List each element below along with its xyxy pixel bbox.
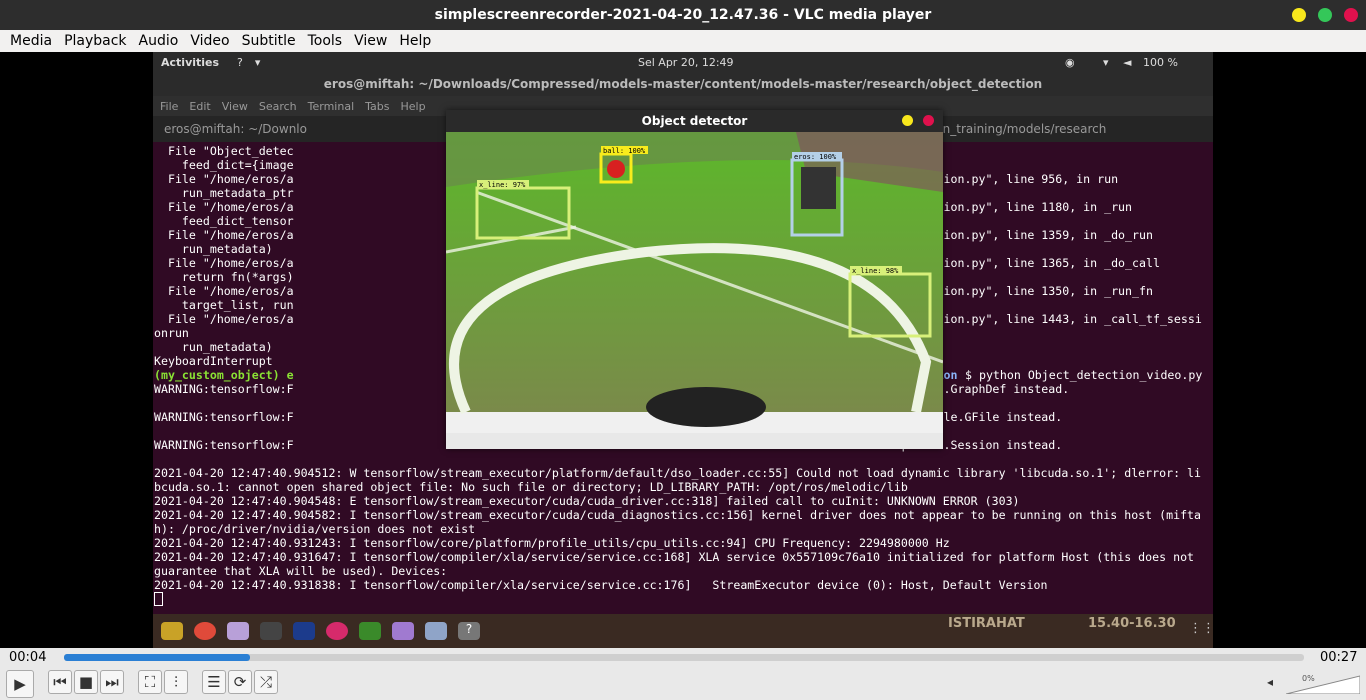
object-detector-window: Object detector ball: 100% eros: 100% x_…: [445, 110, 944, 449]
next-button[interactable]: ⏭: [100, 670, 124, 694]
extended-settings-button[interactable]: ⫶: [164, 670, 188, 694]
term-menu-search: Search: [258, 99, 297, 113]
menu-view[interactable]: View: [348, 33, 393, 49]
term-menu-view: View: [221, 99, 248, 113]
menu-media[interactable]: Media: [4, 33, 58, 49]
app3-icon[interactable]: [359, 622, 381, 640]
menu-tools[interactable]: Tools: [302, 33, 349, 49]
loop-button[interactable]: ⟳: [228, 670, 252, 694]
terminal-line: 2021-04-20 12:47:40.931647: I tensorflow…: [154, 550, 1195, 564]
menu-playback[interactable]: Playback: [58, 33, 132, 49]
close-button[interactable]: [1344, 8, 1358, 22]
detector-title: Object detector: [641, 114, 748, 128]
label-xline-1: x_line: 97%: [479, 181, 526, 189]
terminal-line: guarantee that XLA will be used). Device…: [154, 564, 448, 578]
playlist-button[interactable]: ☰: [202, 670, 226, 694]
recorded-desktop: Activities ? ▾ Sel Apr 20, 12:49 ◉ ▾ ◄ 1…: [153, 52, 1213, 648]
window-title: simplescreenrecorder-2021-04-20_12.47.36…: [434, 7, 932, 23]
files-icon[interactable]: [161, 622, 183, 640]
term-menu-file: File: [160, 99, 179, 113]
fullscreen-button[interactable]: ⛶: [138, 670, 162, 694]
camera-icon: ◉: [1065, 55, 1075, 69]
label-eros: eros: 100%: [794, 153, 837, 161]
terminal-line: bcuda.so.1: cannot open shared object fi…: [154, 480, 908, 494]
vscode-icon[interactable]: [293, 622, 315, 640]
detector-title-bar: Object detector: [446, 110, 943, 132]
detection-frame: ball: 100% eros: 100% x_line: 97% x_line…: [445, 132, 944, 427]
wallpaper-text1: ISTIRAHAT: [948, 616, 1025, 631]
menu-audio[interactable]: Audio: [133, 33, 185, 49]
term-menu-edit: Edit: [189, 99, 211, 113]
seek-bar[interactable]: [64, 654, 1304, 661]
play-button[interactable]: ▶: [6, 670, 34, 698]
elapsed-time: 00:04: [9, 650, 47, 665]
volume-icon: ◄: [1123, 55, 1132, 69]
help-icon[interactable]: ?: [458, 622, 480, 640]
previous-button[interactable]: ⏮: [48, 670, 72, 694]
help-icon: ?: [237, 55, 243, 69]
terminal-line: 2021-04-20 12:47:40.931243: I tensorflow…: [154, 536, 950, 550]
window-titlebar: simplescreenrecorder-2021-04-20_12.47.36…: [0, 0, 1366, 30]
video-area[interactable]: Activities ? ▾ Sel Apr 20, 12:49 ◉ ▾ ◄ 1…: [0, 52, 1366, 648]
detector-close[interactable]: [923, 115, 934, 126]
term-menu-tabs: Tabs: [365, 99, 390, 113]
terminal-line: 2021-04-20 12:47:40.904512: W tensorflow…: [154, 466, 1202, 480]
maximize-button[interactable]: [1318, 8, 1332, 22]
app-grid-icon[interactable]: ⋮⋮: [1189, 621, 1213, 636]
volume-slider[interactable]: 0%: [1285, 674, 1361, 695]
mute-icon[interactable]: ◂: [1258, 670, 1282, 694]
screenshot-icon[interactable]: [425, 622, 447, 640]
volume-label: 0%: [1302, 674, 1315, 683]
battery-label: 100 %: [1143, 55, 1178, 69]
term-menu-terminal: Terminal: [307, 99, 355, 113]
terminal-line: 2021-04-20 12:47:40.904582: I tensorflow…: [154, 508, 1202, 522]
menu-subtitle[interactable]: Subtitle: [236, 33, 302, 49]
activities-label: Activities: [161, 55, 220, 69]
gnome-top-bar: Activities ? ▾ Sel Apr 20, 12:49 ◉ ▾ ◄ 1…: [153, 52, 1213, 72]
terminal-line: h): /proc/driver/nvidia/version does not…: [154, 522, 476, 536]
menu-video[interactable]: Video: [184, 33, 235, 49]
app4-icon[interactable]: [392, 622, 414, 640]
prompt-tail: $ python Object_detection_video.py: [965, 368, 1203, 382]
wallpaper-text2: 15.40-16.30: [1088, 616, 1176, 631]
menu-bar: Media Playback Audio Video Subtitle Tool…: [0, 30, 1366, 52]
detector-minimize[interactable]: [902, 115, 913, 126]
cursor: [154, 592, 163, 606]
shuffle-button[interactable]: ⤮: [254, 670, 278, 694]
terminal-line: 2021-04-20 12:47:40.931838: I tensorflow…: [154, 578, 1048, 592]
clock: Sel Apr 20, 12:49: [638, 55, 734, 69]
detector-canvas: ball: 100% eros: 100% x_line: 97% x_line…: [445, 132, 944, 433]
app2-icon[interactable]: [326, 622, 348, 640]
wifi-icon: ▾: [1103, 55, 1109, 69]
stop-button[interactable]: ■: [74, 670, 98, 694]
terminal-title: eros@miftah: ~/Downloads/Compressed/mode…: [153, 72, 1213, 96]
label-ball: ball: 100%: [603, 147, 646, 155]
seek-progress: [64, 654, 250, 661]
chrome-icon[interactable]: [194, 622, 216, 640]
terminal-line: 2021-04-20 12:47:40.904548: E tensorflow…: [154, 494, 1020, 508]
label-xline-2: x_line: 98%: [852, 267, 899, 275]
app-icon[interactable]: [227, 622, 249, 640]
terminal-bottom: 2021-04-20 12:47:40.904512: W tensorflow…: [154, 452, 1212, 592]
terminal-tab-1: eros@miftah: ~/Downlo: [164, 122, 307, 136]
terminal-icon[interactable]: [260, 622, 282, 640]
minimize-button[interactable]: [1292, 8, 1306, 22]
chevron-down-icon: ▾: [254, 55, 261, 69]
term-menu-help: Help: [400, 99, 426, 113]
dock: ? ISTIRAHAT 15.40-16.30 ⋮⋮: [153, 614, 1213, 648]
player-controls: 00:04 00:27 ▶ ⏮ ■ ⏭ ⛶ ⫶ ☰ ⟳ ⤮ ◂ 0%: [0, 648, 1366, 700]
menu-help[interactable]: Help: [393, 33, 437, 49]
total-time: 00:27: [1320, 650, 1358, 665]
